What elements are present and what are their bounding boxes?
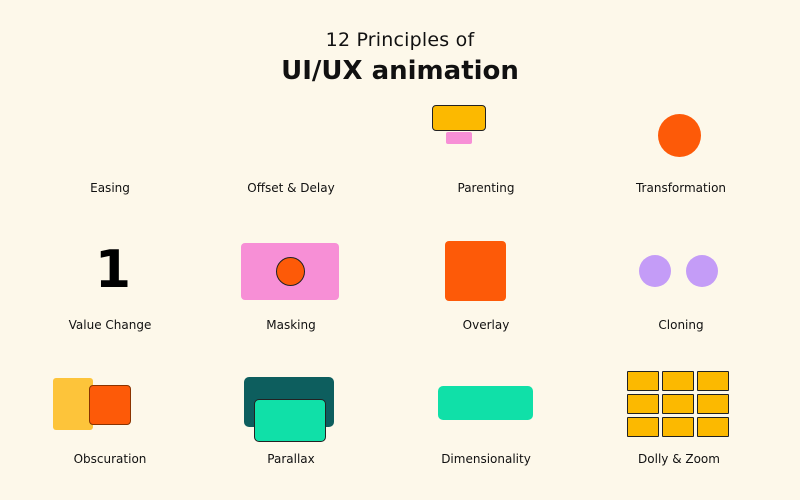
dolly-zoom-tile bbox=[627, 394, 659, 414]
transformation-circle bbox=[658, 114, 701, 157]
label-masking: Masking bbox=[266, 318, 316, 332]
label-dolly-zoom: Dolly & Zoom bbox=[638, 452, 720, 466]
label-easing: Easing bbox=[90, 181, 130, 195]
dolly-zoom-tile bbox=[627, 371, 659, 391]
page-title: 12 Principles of UI/UX animation bbox=[0, 28, 800, 88]
label-dimensionality: Dimensionality bbox=[441, 452, 531, 466]
dolly-zoom-tile bbox=[697, 394, 729, 414]
dimensionality-bar bbox=[438, 386, 533, 420]
dolly-zoom-tile bbox=[697, 371, 729, 391]
label-cloning: Cloning bbox=[658, 318, 704, 332]
label-overlay: Overlay bbox=[462, 318, 510, 332]
dolly-zoom-grid bbox=[627, 371, 729, 437]
label-parenting: Parenting bbox=[457, 181, 515, 195]
label-parallax: Parallax bbox=[267, 452, 315, 466]
cloning-circle-left bbox=[639, 255, 671, 287]
overlay-square bbox=[445, 241, 506, 301]
title-line-1: 12 Principles of bbox=[325, 29, 475, 51]
dolly-zoom-tile bbox=[662, 371, 694, 391]
label-transformation: Transformation bbox=[635, 181, 727, 195]
dolly-zoom-tile bbox=[697, 417, 729, 437]
parallax-front-layer bbox=[254, 399, 326, 442]
dolly-zoom-tile bbox=[662, 394, 694, 414]
obscuration-back-card bbox=[53, 378, 93, 430]
parenting-parent-box bbox=[432, 105, 486, 131]
masking-circle bbox=[276, 257, 305, 286]
value-change-digit: 1 bbox=[94, 240, 132, 300]
label-value-change: Value Change bbox=[68, 318, 152, 332]
cloning-circle-right bbox=[686, 255, 718, 287]
parenting-child-box bbox=[446, 132, 472, 144]
title-line-2: UI/UX animation bbox=[281, 56, 519, 86]
label-offset-delay: Offset & Delay bbox=[247, 181, 335, 195]
obscuration-front-card bbox=[89, 385, 131, 425]
label-obscuration: Obscuration bbox=[73, 452, 147, 466]
dolly-zoom-tile bbox=[627, 417, 659, 437]
dolly-zoom-tile bbox=[662, 417, 694, 437]
